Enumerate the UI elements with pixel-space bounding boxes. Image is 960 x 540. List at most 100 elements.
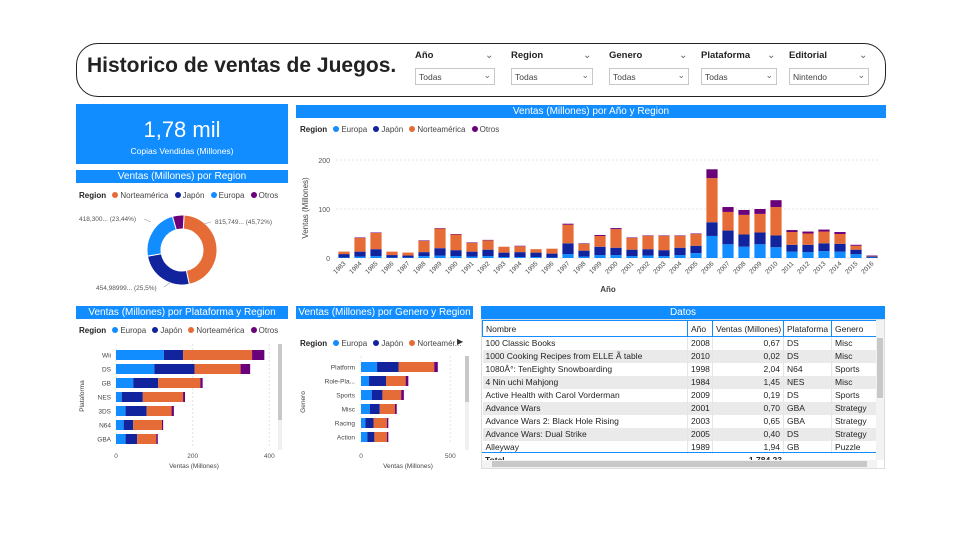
bar-segment[interactable]	[626, 249, 638, 257]
scrollbar-thumb[interactable]	[492, 461, 867, 467]
bar-segment[interactable]	[706, 235, 718, 258]
bar-segment[interactable]	[610, 228, 622, 230]
bar-segment[interactable]	[373, 418, 387, 428]
bar-segment[interactable]	[722, 244, 734, 258]
bar-segment[interactable]	[754, 244, 766, 258]
legend-item[interactable]: Japón	[152, 326, 182, 335]
bar-segment[interactable]	[514, 252, 526, 258]
bar-segment[interactable]	[377, 362, 399, 372]
scrollbar-thumb[interactable]	[465, 356, 469, 402]
bar-segment[interactable]	[770, 247, 782, 258]
bar-segment[interactable]	[386, 251, 398, 256]
bar-segment[interactable]	[514, 246, 526, 253]
bar-segment[interactable]	[706, 169, 718, 179]
column-header-genre[interactable]: Genero	[831, 320, 878, 337]
bar-segment[interactable]	[116, 350, 164, 360]
legend-item[interactable]: Europa	[333, 339, 367, 348]
bar-segment[interactable]	[374, 432, 387, 442]
bar-segment[interactable]	[370, 256, 382, 258]
bar-segment[interactable]	[690, 245, 702, 254]
bar-segment[interactable]	[594, 234, 606, 236]
legend-item[interactable]: Japón	[373, 339, 403, 348]
legend-item[interactable]: Europa	[210, 191, 244, 200]
bar-segment[interactable]	[252, 350, 265, 360]
bar-segment[interactable]	[850, 249, 862, 255]
table-row[interactable]: Advance Wars: Dual Strike 2005 0,40 DS Strat…	[482, 427, 878, 441]
bar-segment[interactable]	[370, 233, 382, 250]
bar-segment[interactable]	[530, 257, 542, 258]
bar-segment[interactable]	[386, 418, 389, 428]
bar-segment[interactable]	[786, 244, 798, 252]
bar-segment[interactable]	[405, 376, 409, 386]
bar-segment[interactable]	[125, 434, 138, 444]
bar-segment[interactable]	[386, 255, 398, 258]
bar-segment[interactable]	[361, 362, 378, 372]
bar-segment[interactable]	[562, 223, 574, 225]
legend-item[interactable]: Norteamérica	[409, 125, 465, 134]
bar-segment[interactable]	[398, 362, 435, 372]
bar-segment[interactable]	[200, 378, 203, 388]
bar-segment[interactable]	[116, 364, 155, 374]
bar-segment[interactable]	[498, 252, 510, 258]
bar-segment[interactable]	[674, 235, 686, 248]
bar-segment[interactable]	[738, 246, 750, 258]
bar-segment[interactable]	[722, 207, 734, 212]
bar-segment[interactable]	[123, 420, 134, 430]
bar-segment[interactable]	[394, 404, 397, 414]
bar-segment[interactable]	[802, 231, 814, 234]
table-row[interactable]: Advance Wars 2: Black Hole Rising 2003 0,6…	[482, 414, 878, 428]
bar-segment[interactable]	[240, 364, 251, 374]
table-row[interactable]: 4 Nin uchi Mahjong 1984 1,45 NES Misc	[482, 375, 878, 389]
legend-item[interactable]: Norteamérica	[112, 191, 168, 200]
legend-item[interactable]: Japón	[174, 191, 204, 200]
bar-segment[interactable]	[578, 243, 590, 251]
bar-segment[interactable]	[770, 200, 782, 208]
bar-segment[interactable]	[786, 230, 798, 233]
bar-segment[interactable]	[434, 248, 446, 256]
bar-segment[interactable]	[834, 233, 846, 244]
scrollbar-thumb[interactable]	[877, 338, 883, 398]
bar-segment[interactable]	[834, 243, 846, 252]
bar-segment[interactable]	[546, 253, 558, 258]
bar-segment[interactable]	[802, 252, 814, 258]
bar-segment[interactable]	[116, 434, 126, 444]
bar-segment[interactable]	[450, 256, 462, 258]
bar-segment[interactable]	[674, 247, 686, 256]
bar-segment[interactable]	[578, 256, 590, 258]
slicer-dropdown[interactable]: Todas ⌄	[415, 68, 495, 85]
bar-segment[interactable]	[690, 253, 702, 258]
bar-segment[interactable]	[133, 420, 162, 430]
bar-segment[interactable]	[610, 247, 622, 256]
bar-segment[interactable]	[402, 252, 414, 256]
bar-segment[interactable]	[386, 432, 389, 442]
bar-segment[interactable]	[402, 255, 414, 258]
bar-segment[interactable]	[369, 404, 380, 414]
bar-segment[interactable]	[818, 251, 830, 258]
table-row[interactable]: 1000 Cooking Recipes from ELLE Ã table 20…	[482, 349, 878, 363]
scrollbar-thumb[interactable]	[278, 344, 282, 420]
bar-segment[interactable]	[834, 251, 846, 258]
donut-slice[interactable]	[146, 215, 177, 257]
bar-segment[interactable]	[690, 233, 702, 246]
slicer-dropdown[interactable]: Todas ⌄	[609, 68, 689, 85]
bar-segment[interactable]	[642, 255, 654, 258]
bar-segment[interactable]	[738, 234, 750, 247]
legend-item[interactable]: Otros	[471, 125, 499, 134]
bar-segment[interactable]	[386, 376, 406, 386]
chevron-down-icon[interactable]: ⌄	[485, 50, 493, 61]
slicer-dropdown[interactable]: Nintendo ⌄	[789, 68, 869, 85]
bar-segment[interactable]	[514, 257, 526, 258]
bar-segment[interactable]	[850, 244, 862, 246]
column-header-platform[interactable]: Plataforma	[783, 320, 832, 337]
bar-segment[interactable]	[370, 249, 382, 257]
bar-segment[interactable]	[530, 249, 542, 253]
donut-slice[interactable]	[146, 253, 190, 286]
bar-segment[interactable]	[738, 214, 750, 235]
bar-segment[interactable]	[610, 255, 622, 258]
column-header-sales[interactable]: Ventas (Millones)	[712, 320, 784, 337]
bar-segment[interactable]	[786, 251, 798, 258]
donut-slice[interactable]	[182, 214, 218, 285]
bar-segment[interactable]	[367, 432, 375, 442]
bar-segment[interactable]	[361, 390, 372, 400]
bar-segment[interactable]	[158, 378, 201, 388]
